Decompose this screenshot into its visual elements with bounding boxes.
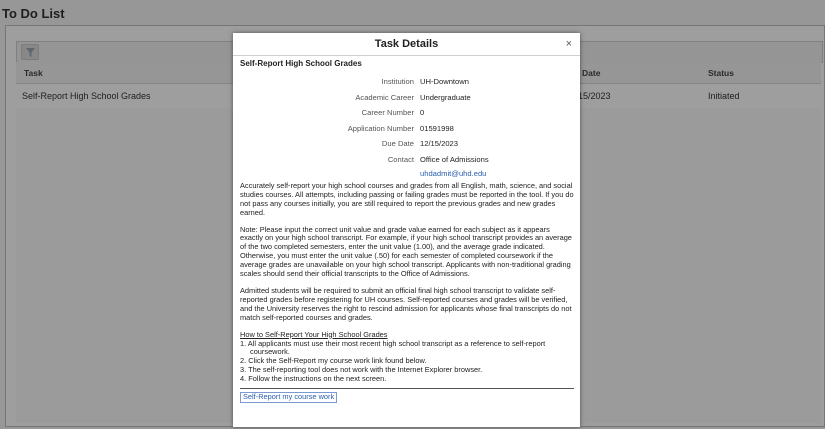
detail-value: UH-Downtown xyxy=(420,77,469,87)
detail-label: Career Number xyxy=(361,108,414,118)
note-paragraph: Note: Please input the correct unit valu… xyxy=(240,224,572,279)
admitted-paragraph: Admitted students will be required to su… xyxy=(240,285,572,322)
detail-application-number: Application Number 01591998 xyxy=(240,121,574,137)
close-icon[interactable]: × xyxy=(566,38,572,50)
detail-value: 12/15/2023 xyxy=(420,139,459,149)
detail-career-number: Career Number 0 xyxy=(240,106,574,122)
detail-value: 0 xyxy=(420,108,425,118)
detail-institution: Institution UH-Downtown xyxy=(240,75,574,91)
task-details-dialog: Task Details × Self-Report High School G… xyxy=(233,33,580,427)
detail-value: 01591998 xyxy=(420,123,454,133)
dialog-body: Self-Report High School Grades Instituti… xyxy=(233,56,580,403)
howto-steps: 1. All applicants must use their most re… xyxy=(240,338,574,385)
divider xyxy=(240,388,574,390)
detail-label: Institution xyxy=(381,77,414,87)
dialog-title: Task Details xyxy=(374,38,439,50)
step-item: 4. Follow the instructions on the next s… xyxy=(240,374,387,384)
detail-due-date: Due Date 12/15/2023 xyxy=(240,137,574,153)
detail-academic-career: Academic Career Undergraduate xyxy=(240,90,574,106)
task-name: Self-Report High School Grades xyxy=(240,59,362,68)
detail-label: Due Date xyxy=(381,139,414,149)
detail-label: Academic Career xyxy=(355,92,414,102)
contact-email-link[interactable]: uhdadmit@uhd.edu xyxy=(420,170,486,179)
self-report-link[interactable]: Self-Report my course work xyxy=(240,392,338,403)
dialog-header: Task Details × xyxy=(233,33,580,56)
instructions-paragraph: Accurately self-report your high school … xyxy=(240,180,574,217)
detail-label: Contact xyxy=(387,154,414,164)
detail-value: Office of Admissions xyxy=(420,154,489,164)
detail-value: Undergraduate xyxy=(420,92,471,102)
step-item: 1. All applicants must use their most re… xyxy=(240,338,546,348)
detail-contact: Contact Office of Admissions xyxy=(240,152,574,168)
detail-label: Application Number xyxy=(347,123,414,133)
contact-email-row: uhdadmit@uhd.edu xyxy=(240,168,574,182)
